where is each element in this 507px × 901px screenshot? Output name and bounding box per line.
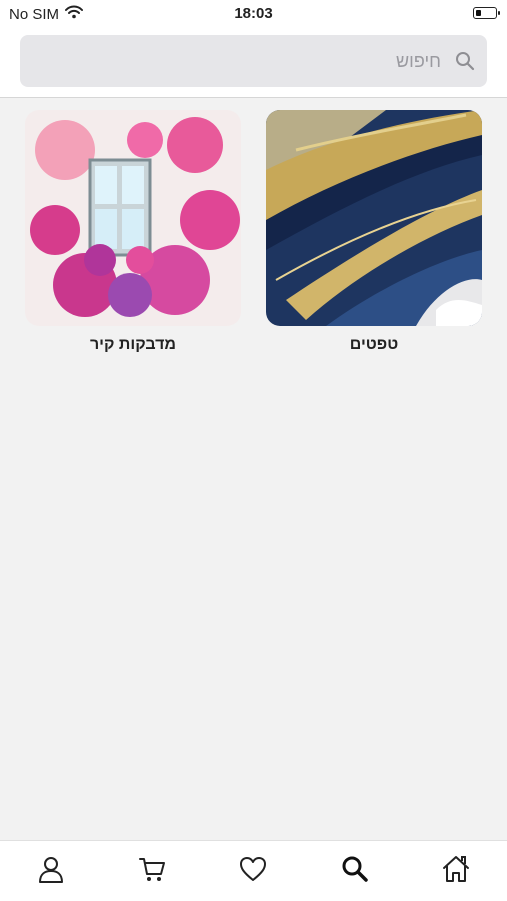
category-image-wallpapers[interactable] (266, 110, 482, 326)
header: No SIM 18:03 (0, 0, 507, 98)
category-label-wallpapers: טפטים (349, 336, 399, 353)
tab-cart[interactable] (127, 846, 177, 896)
battery-icon (473, 7, 500, 19)
status-bar: No SIM 18:03 (0, 0, 507, 28)
tab-home[interactable] (431, 846, 481, 896)
cart-icon[interactable] (137, 854, 167, 889)
category-image-wall-stickers[interactable] (25, 110, 241, 326)
category-label-wall-stickers: מדבקות קיר (89, 336, 177, 353)
search-icon[interactable] (453, 50, 475, 72)
tab-bar (0, 840, 507, 901)
category-card-wall-stickers[interactable]: מדבקות קיר (25, 110, 241, 354)
clock: 18:03 (234, 5, 273, 22)
category-card-wallpapers[interactable]: טפטים (266, 110, 482, 354)
tab-profile[interactable] (26, 846, 76, 896)
home-icon[interactable] (441, 854, 471, 889)
tab-search[interactable] (330, 846, 380, 896)
heart-icon[interactable] (238, 854, 268, 889)
user-icon[interactable] (36, 854, 66, 889)
search-input[interactable] (59, 49, 443, 73)
tab-favorites[interactable] (228, 846, 278, 896)
battery-level (475, 9, 481, 16)
search-icon[interactable] (340, 854, 370, 889)
search-bar[interactable] (20, 35, 487, 87)
